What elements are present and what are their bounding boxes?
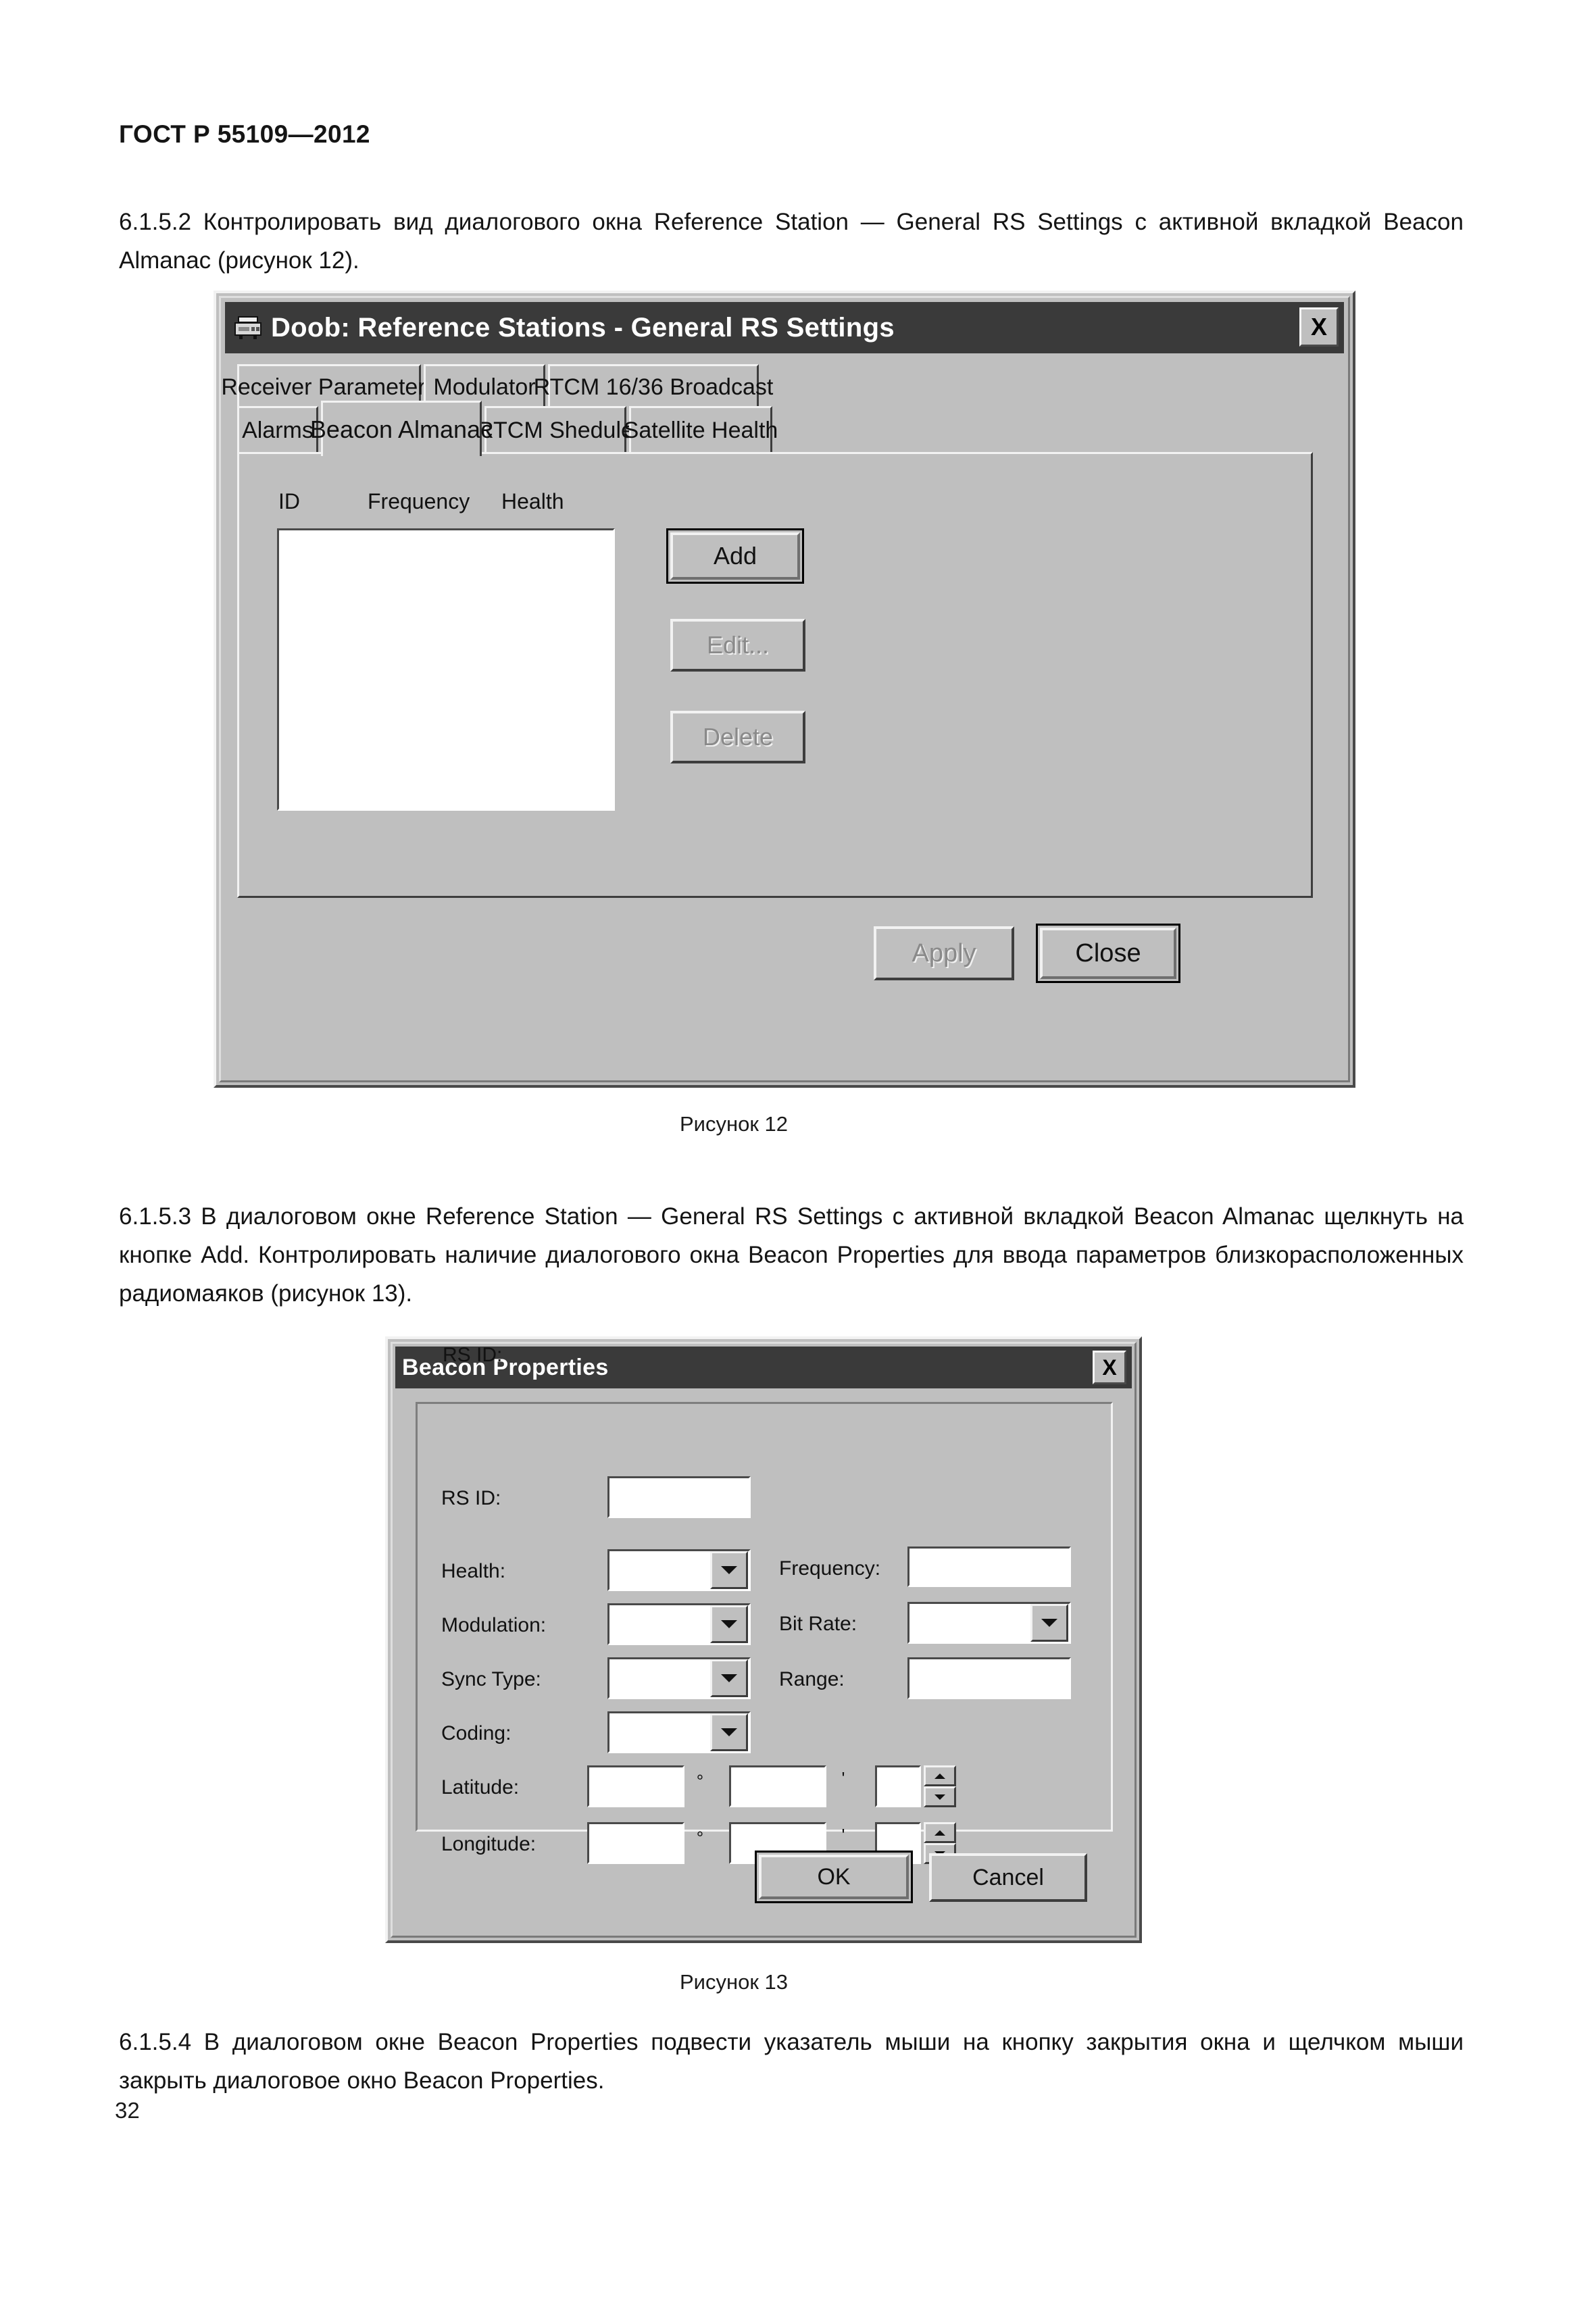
label-modulation: Modulation: — [441, 1614, 547, 1636]
dialog-title: Doob: Reference Stations - General RS Se… — [271, 312, 895, 343]
latitude-minute-symbol: ' — [841, 1768, 845, 1788]
bit-rate-combo-arrow[interactable] — [1030, 1604, 1068, 1642]
cancel-button-label: Cancel — [972, 1864, 1044, 1890]
reference-stations-dialog: Doob: Reference Stations - General RS Se… — [214, 291, 1355, 1088]
chevron-down-icon — [1041, 1619, 1057, 1627]
chevron-down-icon — [721, 1674, 737, 1682]
figure-13-caption: Рисунок 13 — [679, 1970, 788, 1994]
beacon-properties-dialog: Beacon Properties X RS ID: ° ' ° ' RS ID… — [385, 1336, 1142, 1943]
sync-type-combo-arrow[interactable] — [710, 1659, 748, 1697]
arrow-down-icon — [934, 1794, 945, 1800]
tab-label: RTCM Shedule — [477, 418, 634, 443]
modulation-combo-arrow[interactable] — [710, 1605, 748, 1643]
label-range: Range: — [779, 1668, 845, 1690]
titlebar[interactable]: Doob: Reference Stations - General RS Se… — [225, 302, 1344, 353]
health-combo-arrow[interactable] — [710, 1551, 748, 1589]
chevron-down-icon — [721, 1728, 737, 1736]
beacon-almanac-listbox[interactable] — [277, 528, 615, 811]
label-health: Health: — [441, 1560, 506, 1582]
tab-label: Alarms — [242, 418, 314, 443]
paragraph-6-1-5-3: 6.1.5.3 В диалоговом окне Reference Stat… — [119, 1203, 1464, 1307]
latitude-minutes-input[interactable] — [729, 1765, 826, 1807]
delete-button-label: Delete — [702, 723, 774, 751]
close-glyph: X — [1310, 313, 1327, 341]
chevron-down-icon — [721, 1620, 737, 1628]
close-icon[interactable]: X — [1299, 307, 1339, 347]
tab-satellite-health[interactable]: Satellite Health — [624, 406, 778, 453]
tab-alarms[interactable]: Alarms — [237, 406, 318, 453]
tab-label: RTCM 16/36 Broadcast — [533, 374, 774, 400]
latitude-degree-symbol: ° — [696, 1771, 704, 1791]
latitude-spinner-down[interactable] — [924, 1786, 956, 1807]
tab-rtcm-shedule[interactable]: RTCM Shedule — [477, 406, 634, 453]
rs-id-input[interactable] — [607, 1476, 751, 1518]
beacon-dialog-inner-frame: Beacon Properties X RS ID: ° ' ° ' RS ID… — [391, 1342, 1137, 1938]
paragraph-6-1-5-4: 6.1.5.4 В диалоговом окне Beacon Propert… — [119, 2029, 1464, 2094]
frequency-input[interactable] — [907, 1546, 1071, 1587]
longitude-degrees-input[interactable] — [587, 1822, 684, 1864]
label-rs-id: RS ID: — [443, 1344, 503, 1366]
longitude-spinner-up[interactable] — [924, 1822, 956, 1843]
delete-button[interactable]: Delete — [670, 711, 805, 763]
standard-header: ГОСТ Р 55109—2012 — [119, 120, 370, 148]
tab-page-beacon-almanac: ID Frequency Health Add Edit... Delete — [237, 452, 1313, 898]
arrow-up-icon — [934, 1830, 945, 1836]
tab-label: Modulator — [433, 374, 536, 400]
column-header-health: Health — [501, 489, 564, 513]
tab-label: Satellite Health — [623, 418, 778, 443]
tab-label: Beacon Almanac — [309, 415, 493, 443]
column-header-frequency: Frequency — [368, 489, 470, 513]
label-coding: Coding: — [441, 1722, 512, 1744]
add-button[interactable]: Add — [666, 528, 804, 584]
close-button-label: Close — [1075, 938, 1141, 967]
paragraph-6-1-5-2: 6.1.5.2 Контролировать вид диалогового о… — [119, 209, 1464, 274]
longitude-minute-symbol: ' — [841, 1825, 845, 1845]
label-bit-rate: Bit Rate: — [779, 1613, 857, 1635]
beacon-titlebar[interactable]: Beacon Properties — [395, 1347, 1132, 1388]
coding-combo-arrow[interactable] — [710, 1713, 748, 1751]
label-latitude: Latitude: — [441, 1776, 520, 1799]
label-sync-type: Sync Type: — [441, 1668, 541, 1690]
latitude-seconds-input[interactable] — [875, 1765, 921, 1807]
tab-rtcm-broadcast[interactable]: RTCM 16/36 Broadcast — [534, 364, 773, 409]
apply-button-label: Apply — [912, 938, 976, 967]
beacon-close-icon[interactable]: X — [1093, 1351, 1126, 1384]
tab-beacon-almanac[interactable]: Beacon Almanac — [310, 401, 493, 456]
cancel-button[interactable]: Cancel — [929, 1853, 1087, 1902]
longitude-degree-symbol: ° — [696, 1828, 704, 1848]
chevron-down-icon — [721, 1566, 737, 1574]
ok-button-label: OK — [817, 1863, 851, 1890]
apply-button[interactable]: Apply — [874, 926, 1014, 980]
edit-button-label: Edit... — [706, 631, 770, 659]
label-rs-id-2: RS ID: — [441, 1487, 501, 1509]
label-longitude: Longitude: — [441, 1833, 537, 1855]
latitude-spinner-up[interactable] — [924, 1765, 956, 1786]
column-header-id: ID — [278, 489, 300, 513]
figure-12-caption: Рисунок 12 — [679, 1112, 788, 1136]
page-number: 32 — [115, 2098, 140, 2123]
latitude-degrees-input[interactable] — [587, 1765, 684, 1807]
device-icon — [233, 314, 263, 341]
arrow-up-icon — [934, 1773, 945, 1779]
edit-button[interactable]: Edit... — [670, 619, 805, 672]
tab-label: Receiver Parameters — [221, 374, 437, 400]
add-button-label: Add — [713, 542, 757, 570]
close-glyph: X — [1102, 1355, 1117, 1380]
label-frequency: Frequency: — [779, 1557, 881, 1580]
close-button[interactable]: Close — [1036, 924, 1180, 983]
beacon-dialog-title: Beacon Properties — [402, 1354, 609, 1380]
ok-button[interactable]: OK — [755, 1851, 913, 1903]
dialog-inner-frame: Doob: Reference Stations - General RS Se… — [219, 296, 1350, 1082]
range-input[interactable] — [907, 1657, 1071, 1699]
